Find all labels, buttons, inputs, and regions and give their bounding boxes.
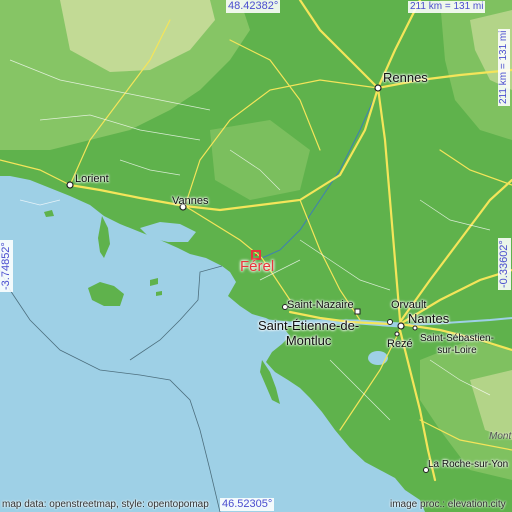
city-label-vannes[interactable]: Vannes (172, 196, 209, 207)
scale-label-top: 211 km = 131 mi (408, 1, 486, 13)
rennes-dot[interactable] (374, 84, 382, 92)
place-label-ferel[interactable]: Férel (240, 259, 274, 274)
coord-bottom: 46.52305° (220, 498, 275, 511)
nantes-dot[interactable] (397, 322, 405, 330)
scale-label-right: 211 km = 131 mi (498, 28, 510, 106)
saint-sebastien-dot[interactable] (412, 325, 418, 331)
city-label-reze[interactable]: Rezé (387, 339, 413, 350)
city-label-rennes[interactable]: Rennes (383, 71, 428, 84)
credit-left: map data: openstreetmap, style: opentopo… (2, 499, 209, 510)
saint-etienne-dot[interactable] (354, 308, 361, 315)
city-label-saint-sebastien[interactable]: Saint-Sébastien- sur-Loire (420, 333, 494, 357)
orvault-dot[interactable] (387, 319, 393, 325)
city-label-orvault[interactable]: Orvault (391, 300, 426, 311)
map-canvas[interactable]: Rennes Lorient Vannes Saint-Nazaire Sain… (0, 0, 512, 512)
coord-left: -3.74852° (0, 240, 13, 292)
city-markers (66, 84, 429, 473)
reze-dot[interactable] (394, 331, 400, 337)
city-label-saint-nazaire[interactable]: Saint-Nazaire (287, 300, 354, 311)
city-label-saint-etienne[interactable]: Saint-Étienne-de- Montluc (258, 318, 359, 348)
city-label-lorient[interactable]: Lorient (75, 174, 109, 185)
lorient-dot[interactable] (66, 181, 74, 189)
coord-top: 48.42382° (226, 0, 281, 13)
region-label-montaigu: Mont (489, 431, 512, 442)
city-label-nantes[interactable]: Nantes (408, 312, 449, 325)
coord-right: -0.33602° (498, 238, 511, 290)
credit-right: image proc.: elevation.city (390, 499, 506, 510)
marker-center (255, 254, 257, 256)
city-label-la-roche[interactable]: La Roche-sur-Yon (428, 460, 508, 470)
